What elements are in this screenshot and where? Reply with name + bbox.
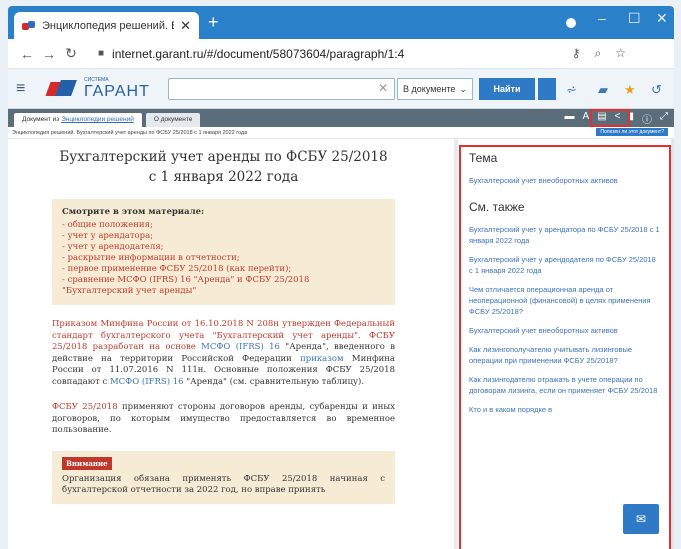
paragraph-1: Приказом Минфина России от 16.10.2018 N … (52, 319, 395, 388)
topic-heading: Тема (469, 151, 498, 165)
menu-icon[interactable]: ≡ (16, 80, 36, 98)
title-bar: Энциклопедия решений. Бухгал ✕ + – ☐ ✕ (8, 6, 674, 39)
link-fsbu[interactable]: ФСБУ 25/2018 (52, 402, 118, 412)
paragraph-2: ФСБУ 25/2018 применяют стороны договоров… (52, 402, 395, 437)
attention-badge: Внимание (62, 456, 112, 470)
find-label: Найти (493, 84, 521, 94)
clear-search-icon[interactable]: ✕ (378, 81, 388, 95)
highlight-box (590, 109, 630, 127)
minimize-button[interactable]: – (598, 10, 606, 26)
feedback-button[interactable]: Полезен ли этот документ? (596, 128, 668, 136)
document-scrollbar[interactable] (454, 139, 458, 549)
tab-title: Энциклопедия решений. Бухгал (42, 19, 174, 32)
related-link[interactable]: Как лизингодателю отражать в учете опера… (469, 374, 661, 396)
zoom-icon[interactable]: ⌕ (595, 46, 602, 61)
key-icon[interactable]: ⚷ (572, 46, 581, 61)
related-link[interactable]: Как лизингополучателю учитывать лизингов… (469, 344, 661, 366)
seealso-heading: См. также (469, 200, 525, 214)
profile-icon[interactable] (566, 18, 576, 28)
contents-heading: Смотрите в этом материале: (62, 207, 205, 217)
tab-about-label: О документе (153, 116, 193, 123)
related-link[interactable]: Кто и в каком порядке в (469, 404, 661, 415)
topic-link[interactable]: Бухгалтерский учет внеоборотных активов (469, 175, 661, 186)
related-link[interactable]: Чем отличается операционная аренда от не… (469, 284, 661, 317)
link-order[interactable]: приказом (300, 354, 344, 364)
star-icon[interactable]: ☆ (615, 46, 626, 61)
maximize-button[interactable]: ☐ (628, 10, 641, 27)
logo-text: ГАРАНТ (84, 82, 150, 100)
document-tab-strip: Документ из Энциклопедии решений О докум… (8, 109, 674, 127)
filter-icon[interactable]: ⩫ (566, 82, 577, 98)
tab-document-prefix: Документ из (22, 116, 62, 123)
para1-text-d: "Аренда" (см. сравнительную таблицу). (183, 376, 365, 387)
browser-window: Энциклопедия решений. Бухгал ✕ + – ☐ ✕ ←… (8, 6, 674, 549)
title-line-1: Бухгалтерский учет аренды по ФСБУ 25/201… (59, 149, 388, 165)
content-area: Бухгалтерский учет аренды по ФСБУ 25/201… (8, 139, 674, 549)
breadcrumb: Энциклопедия решений. Бухгалтерский учет… (8, 127, 674, 139)
chat-button[interactable]: ✉ (623, 504, 659, 534)
find-options-button[interactable] (538, 78, 556, 100)
lock-icon: ■ (98, 48, 105, 59)
collapse-icon[interactable]: ⤢ (660, 111, 668, 126)
contents-item[interactable]: - первое применение ФСБУ 25/2018 (как пе… (62, 264, 385, 275)
contents-item[interactable]: - учет у арендатора; (62, 231, 385, 242)
contents-item[interactable]: - общие положения; (62, 220, 385, 231)
search-input[interactable]: ✕ (168, 78, 395, 100)
contents-box: Смотрите в этом материале: - общие полож… (52, 199, 395, 305)
contents-item[interactable]: - раскрытие информации в отчетности; (62, 253, 385, 264)
panel-scrollbar[interactable] (671, 139, 674, 549)
garant-logo[interactable]: СИСТЕМА ГАРАНТ (48, 77, 150, 101)
forward-arrow-icon[interactable]: → (38, 46, 60, 62)
link-ifrs16[interactable]: МСФО (IFRS) 16 (201, 342, 280, 352)
related-link[interactable]: Бухгалтерский учет у арендатора по ФСБУ … (469, 224, 661, 246)
tab-about-document[interactable]: О документе (145, 113, 201, 127)
breadcrumb-text: Энциклопедия решений. Бухгалтерский учет… (12, 129, 248, 136)
related-link[interactable]: Бухгалтерский учет у арендодателя по ФСБ… (469, 254, 661, 276)
garant-toolbar: ≡ СИСТЕМА ГАРАНТ ✕ В документе ⌄ Найти ⩫… (8, 69, 674, 109)
url-field[interactable]: ■ internet.garant.ru/#/document/58073604… (98, 47, 572, 61)
garant-favicon-icon (22, 20, 36, 31)
contents-item[interactable]: - сравнение МСФО (IFRS) 16 "Аренда" и ФС… (62, 275, 385, 286)
link-ifrs16-second[interactable]: МСФО (IFRS) 16 (110, 377, 184, 387)
reload-icon[interactable]: ↻ (60, 45, 82, 62)
tab-document[interactable]: Документ из Энциклопедии решений (14, 113, 142, 127)
scope-label: В документе (403, 84, 456, 94)
notifications-icon[interactable]: ★ (624, 82, 636, 98)
related-panel: Тема Бухгалтерский учет внеоборотных акт… (459, 145, 671, 549)
car-icon[interactable]: ▬ (565, 111, 575, 126)
attention-text: Организация обязана применять ФСБУ 25/20… (62, 473, 385, 495)
address-bar: ← → ↻ ■ internet.garant.ru/#/document/58… (8, 39, 674, 69)
tab-close-icon[interactable]: ✕ (180, 18, 191, 34)
url-text: internet.garant.ru/#/document/58073604/p… (112, 46, 405, 61)
document-title: Бухгалтерский учет аренды по ФСБУ 25/201… (52, 147, 395, 187)
attention-box: Внимание Организация обязана применять Ф… (52, 450, 395, 504)
back-arrow-icon[interactable]: ← (16, 46, 38, 62)
history-icon[interactable]: ↺ (651, 82, 662, 98)
chevron-down-icon: ⌄ (459, 83, 467, 94)
garant-logo-icon (48, 80, 78, 98)
title-line-2: с 1 января 2022 года (148, 169, 299, 185)
find-button[interactable]: Найти (479, 78, 535, 100)
related-link[interactable]: Бухгалтерский учет внеоборотных активов (469, 325, 661, 336)
tab-document-link[interactable]: Энциклопедии решений (61, 116, 134, 123)
browser-tab[interactable]: Энциклопедия решений. Бухгал ✕ (14, 12, 199, 39)
new-tab-button[interactable]: + (208, 12, 219, 33)
chat-icon: ✉ (635, 512, 647, 526)
search-scope-select[interactable]: В документе ⌄ (397, 78, 473, 100)
font-size-icon[interactable]: A (583, 111, 590, 126)
cases-icon[interactable]: ▰ (598, 82, 608, 98)
close-button[interactable]: ✕ (656, 10, 668, 27)
document-body: Бухгалтерский учет аренды по ФСБУ 25/201… (52, 139, 395, 504)
contents-item[interactable]: "Бухгалтерский учет аренды" (62, 286, 385, 297)
info-icon[interactable]: ⓘ (642, 111, 652, 126)
contents-item[interactable]: - учет у арендодателя; (62, 242, 385, 253)
